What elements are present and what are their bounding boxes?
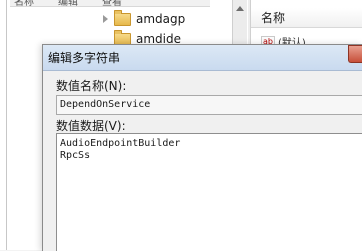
value-data-line: AudioEndpointBuilder [60,138,181,149]
dialog-title: 编辑多字符串 [43,45,362,71]
menu-bar: 名称 编辑 查看 [10,0,210,8]
expand-arrow-icon[interactable] [103,15,108,23]
column-header-name[interactable]: 名称 [251,8,362,28]
close-button[interactable] [348,45,362,63]
menu-item[interactable]: 编辑 [58,0,78,8]
menu-item[interactable]: 名称 [14,0,34,8]
value-data-label: 数值数据(V): [56,119,126,133]
scroll-up-arrow-icon[interactable] [236,6,244,11]
edit-multi-string-dialog: 编辑多字符串 数值名称(N): DependOnService 数值数据(V):… [42,44,362,251]
value-data-textarea[interactable]: AudioEndpointBuilder RpcSs [56,133,362,251]
menu-item[interactable]: 查看 [102,0,122,8]
pane-border [6,0,7,250]
value-name-label: 数值名称(N): [56,79,127,93]
tree-item-amdagp[interactable]: amdagp [103,9,186,28]
value-data-line: RpcSs [60,150,91,161]
value-name-field[interactable]: DependOnService [56,95,362,115]
folder-icon [114,9,131,26]
tree-item-label: amdagp [136,12,186,26]
